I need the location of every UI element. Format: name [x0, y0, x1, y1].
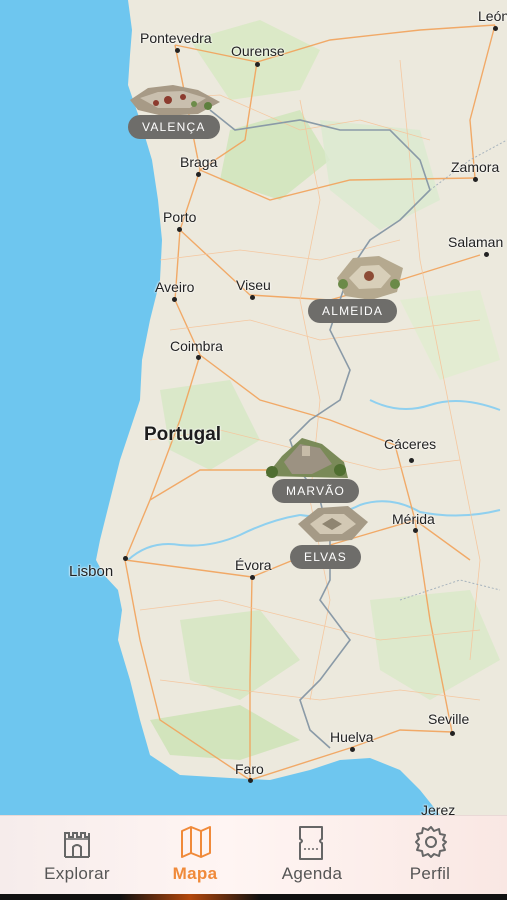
- city-dot: [484, 252, 489, 257]
- fortress-thumbnail-icon[interactable]: [294, 502, 372, 546]
- marker-label-marvao[interactable]: MARVÃO: [272, 479, 359, 503]
- city-dot: [250, 575, 255, 580]
- city-dot: [172, 297, 177, 302]
- tab-label: Agenda: [281, 864, 343, 883]
- city-label-coimbra: Coimbra: [170, 338, 223, 354]
- city-dot: [196, 172, 201, 177]
- city-label-viseu: Viseu: [236, 277, 271, 293]
- tab-perfil[interactable]: Perfil: [370, 816, 490, 895]
- city-label-salamanca: Salaman: [448, 234, 504, 250]
- city-dot: [450, 731, 455, 736]
- gear-icon: [415, 826, 447, 858]
- tab-explorar[interactable]: Explorar: [17, 816, 137, 895]
- ticket-icon: [299, 826, 323, 860]
- city-dot: [409, 458, 414, 463]
- city-label-lisbon: Lisbon: [69, 563, 114, 580]
- city-dot: [175, 48, 180, 53]
- tab-label: Explorar: [44, 864, 110, 883]
- city-dot: [123, 556, 128, 561]
- city-label-braga: Braga: [180, 154, 218, 170]
- map-view[interactable]: Pontevedra Ourense León Braga Zamora Por…: [0, 0, 507, 815]
- city-dot: [350, 747, 355, 752]
- city-dot: [177, 227, 182, 232]
- city-dot: [493, 26, 498, 31]
- marker-label-elvas[interactable]: ELVAS: [290, 545, 361, 569]
- fortress-thumbnail-icon[interactable]: [262, 432, 352, 482]
- map-canvas: [0, 0, 507, 815]
- city-label-zamora: Zamora: [451, 159, 500, 175]
- city-dot: [196, 355, 201, 360]
- city-dot: [248, 778, 253, 783]
- country-label: Portugal: [144, 424, 222, 445]
- marker-label-almeida[interactable]: ALMEIDA: [308, 299, 398, 323]
- city-dot: [255, 62, 260, 67]
- map-icon: [181, 826, 211, 858]
- city-label-aveiro: Aveiro: [155, 279, 195, 295]
- city-label-porto: Porto: [163, 209, 197, 225]
- fortress-thumbnail-icon[interactable]: [331, 254, 407, 302]
- bottom-tab-bar: Explorar Mapa Agenda Perfil: [0, 815, 507, 895]
- city-label-leon: León: [478, 8, 507, 24]
- city-label-caceres: Cáceres: [384, 436, 437, 452]
- city-label-seville: Seville: [428, 711, 470, 727]
- tab-agenda[interactable]: Agenda: [252, 816, 372, 895]
- city-label-evora: Évora: [235, 557, 272, 573]
- city-label-jerez: Jerez: [421, 802, 456, 815]
- city-dot: [473, 177, 478, 182]
- city-dot: [250, 295, 255, 300]
- tab-label: Mapa: [172, 864, 218, 883]
- tab-label: Perfil: [409, 864, 451, 883]
- city-dot: [413, 528, 418, 533]
- city-label-huelva: Huelva: [330, 729, 374, 745]
- marker-label-valenca[interactable]: VALENÇA: [128, 115, 220, 139]
- home-indicator-bar: [0, 894, 507, 900]
- city-label-pontevedra: Pontevedra: [140, 30, 212, 46]
- city-label-merida: Mérida: [392, 511, 435, 527]
- tab-mapa[interactable]: Mapa: [135, 816, 255, 895]
- castle-icon: [64, 832, 90, 858]
- city-label-faro: Faro: [235, 761, 264, 777]
- city-label-ourense: Ourense: [231, 43, 285, 59]
- fortress-thumbnail-icon[interactable]: [128, 80, 224, 118]
